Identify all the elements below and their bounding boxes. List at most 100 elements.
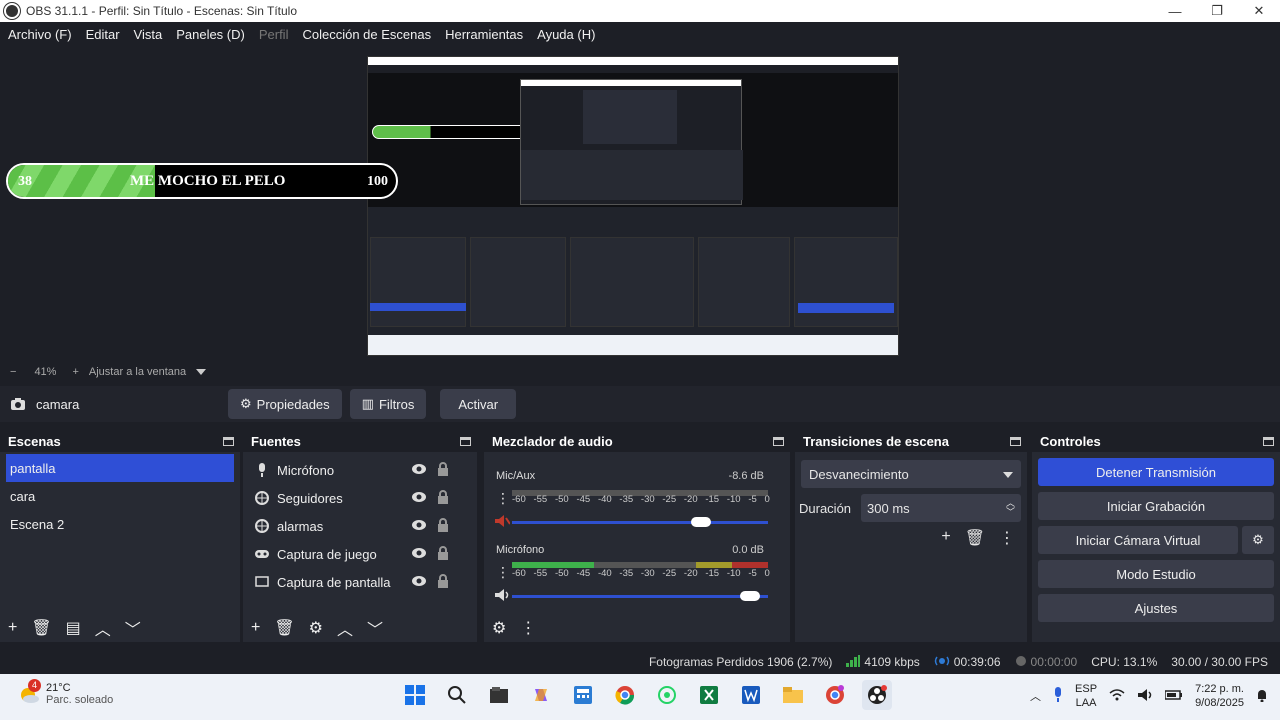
source-item[interactable]: alarmas (243, 512, 477, 540)
maximize-button[interactable]: ❐ (1196, 0, 1238, 22)
volume-knob[interactable] (740, 591, 761, 601)
volume-slider[interactable] (512, 517, 768, 527)
lock-icon[interactable] (437, 462, 449, 479)
chevron-down-icon (1003, 467, 1013, 481)
virtual-camera-settings-gear-icon[interactable]: ⚙ (1242, 526, 1274, 554)
whatsapp-icon[interactable] (652, 680, 682, 710)
copilot-icon[interactable] (526, 680, 556, 710)
menu-file[interactable]: Archivo (F) (8, 27, 72, 42)
lock-icon[interactable] (437, 574, 449, 591)
undock-icon[interactable] (773, 436, 784, 446)
menu-edit[interactable]: Editar (86, 27, 120, 42)
minimize-button[interactable]: — (1154, 0, 1196, 22)
undock-icon[interactable] (1263, 436, 1274, 446)
file-manager-icon[interactable] (484, 680, 514, 710)
microphone-icon[interactable] (1053, 686, 1063, 706)
lock-icon[interactable] (437, 490, 449, 507)
notifications-icon[interactable] (1256, 688, 1268, 705)
windows-start-icon[interactable] (400, 680, 430, 710)
preview-canvas[interactable]: 38 ME MOCHO EL PELO 100 (0, 46, 1280, 362)
close-button[interactable]: ✕ (1238, 0, 1280, 22)
trash-icon[interactable]: 🗑 (274, 618, 294, 638)
scene-filters-icon[interactable]: ▤ (66, 618, 81, 638)
zoom-in-button[interactable]: + (72, 366, 78, 378)
source-toolbar: camara ⚙ Propiedades ▥ Filtros Activar (0, 386, 1280, 422)
chevron-up-icon[interactable]: ︿ (1030, 688, 1041, 704)
undock-icon[interactable] (223, 436, 234, 446)
trash-icon[interactable]: 🗑 (965, 528, 985, 548)
search-icon[interactable] (442, 680, 472, 710)
muted-speaker-icon[interactable] (494, 514, 511, 531)
chrome-profile-icon[interactable] (820, 680, 850, 710)
menu-help[interactable]: Ayuda (H) (537, 27, 595, 42)
wifi-icon[interactable] (1109, 688, 1125, 704)
source-item[interactable]: Captura de pantalla (243, 568, 477, 596)
weather-widget[interactable]: 4 21°C Parc. soleado (18, 679, 113, 706)
transition-menu-icon[interactable]: ⋮ (999, 528, 1015, 548)
chrome-icon[interactable] (610, 680, 640, 710)
scene-item[interactable]: Escena 2 (0, 510, 240, 538)
volume-icon[interactable] (1137, 688, 1153, 705)
filters-button[interactable]: ▥ Filtros (349, 389, 427, 419)
undock-icon[interactable] (1010, 436, 1021, 446)
visibility-eye-icon[interactable] (411, 519, 427, 534)
gear-icon[interactable]: ⚙ (309, 618, 323, 638)
channel-menu-icon[interactable]: ⋮ (496, 490, 510, 507)
add-transition-icon[interactable]: + (941, 528, 950, 548)
scene-item[interactable]: pantalla (6, 454, 234, 482)
language-indicator[interactable]: ESP LAA (1075, 682, 1097, 710)
add-source-icon[interactable]: + (251, 619, 260, 637)
move-down-icon[interactable]: ﹀ (125, 616, 141, 640)
duration-spinbox[interactable]: 300 ms ︿ ﹀ (861, 494, 1021, 522)
word-icon[interactable] (736, 680, 766, 710)
menu-docks[interactable]: Paneles (D) (176, 27, 245, 42)
obs-icon[interactable] (862, 680, 892, 710)
properties-button[interactable]: ⚙ Propiedades (228, 389, 342, 419)
menu-scene-collection[interactable]: Colección de Escenas (302, 27, 431, 42)
visibility-eye-icon[interactable] (411, 463, 427, 478)
zoom-dropdown-icon[interactable] (196, 366, 207, 378)
studio-mode-button[interactable]: Modo Estudio (1038, 560, 1274, 588)
add-scene-icon[interactable]: + (8, 619, 17, 637)
spin-arrows-icon[interactable]: ︿ ﹀ (1006, 499, 1015, 517)
excel-icon[interactable] (694, 680, 724, 710)
start-virtual-camera-button[interactable]: Iniciar Cámara Virtual (1038, 526, 1238, 554)
move-up-icon[interactable]: ︿ (337, 616, 353, 640)
source-item[interactable]: Micrófono (243, 456, 477, 484)
lock-icon[interactable] (437, 518, 449, 535)
settings-button[interactable]: Ajustes (1038, 594, 1274, 622)
source-item[interactable]: Seguidores (243, 484, 477, 512)
menu-view[interactable]: Vista (134, 27, 163, 42)
clock[interactable]: 7:22 p. m. 9/08/2025 (1195, 682, 1244, 710)
channel-menu-icon[interactable]: ⋮ (496, 564, 510, 581)
source-label: Micrófono (277, 462, 335, 478)
calculator-icon[interactable] (568, 680, 598, 710)
zoom-out-button[interactable]: − (10, 366, 16, 378)
source-item[interactable]: Captura de juego (243, 540, 477, 568)
folder-icon[interactable] (778, 680, 808, 710)
volume-knob[interactable] (691, 517, 712, 527)
scene-item[interactable]: cara (0, 482, 240, 510)
volume-slider[interactable] (512, 591, 768, 601)
trash-icon[interactable]: 🗑 (31, 618, 51, 638)
stop-stream-button[interactable]: Detener Transmisión (1038, 458, 1274, 486)
browser-icon (255, 519, 269, 533)
move-down-icon[interactable]: ﹀ (367, 616, 383, 640)
menu-tools[interactable]: Herramientas (445, 27, 523, 42)
visibility-eye-icon[interactable] (411, 547, 427, 562)
menu-profile[interactable]: Perfil (259, 27, 289, 42)
start-recording-button[interactable]: Iniciar Grabación (1038, 492, 1274, 520)
move-up-icon[interactable]: ︿ (95, 616, 111, 640)
duration-label: Duración (799, 500, 852, 516)
battery-icon[interactable] (1164, 689, 1183, 703)
visibility-eye-icon[interactable] (411, 491, 427, 506)
fit-window-label[interactable]: Ajustar a la ventana (89, 366, 186, 378)
speaker-icon[interactable] (494, 588, 510, 605)
transition-select[interactable]: Desvanecimiento (801, 460, 1021, 488)
activate-button[interactable]: Activar (440, 389, 517, 419)
lock-icon[interactable] (437, 546, 449, 563)
mixer-menu-icon[interactable]: ⋮ (520, 618, 536, 638)
visibility-eye-icon[interactable] (411, 575, 427, 590)
undock-icon[interactable] (460, 436, 471, 446)
advanced-audio-gear-icon[interactable]: ⚙ (492, 618, 506, 638)
